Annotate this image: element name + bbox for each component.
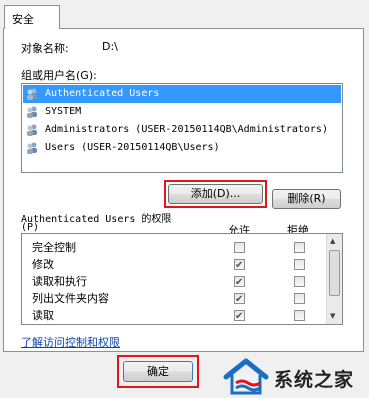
permission-label: 完全控制 bbox=[32, 241, 76, 254]
list-item-label: Administrators (USER-20150114QB\Administ… bbox=[45, 124, 328, 135]
allow-checkbox[interactable] bbox=[234, 242, 245, 253]
check-icon: ✔ bbox=[235, 260, 244, 271]
check-icon: ✔ bbox=[235, 294, 244, 305]
permissions-list[interactable]: 完全控制 修改 ✔ 读取和执行 ✔ 列出文件夹内容 ✔ 读取 ✔ ▲ ▼ bbox=[21, 233, 343, 325]
permission-label: 列出文件夹内容 bbox=[32, 292, 109, 305]
permissions-hotkey: (P) bbox=[21, 222, 40, 233]
users-icon bbox=[27, 88, 37, 100]
list-item-users[interactable]: Users (USER-20150114QB\Users) bbox=[23, 139, 341, 157]
check-icon: ✔ bbox=[235, 277, 244, 288]
permission-row-full-control: 完全控制 bbox=[32, 239, 322, 256]
permission-label: 修改 bbox=[32, 258, 54, 271]
users-icon bbox=[27, 124, 37, 136]
object-name-value: D:\ bbox=[102, 40, 118, 53]
permission-label: 读取 bbox=[32, 309, 54, 322]
scroll-down-icon[interactable]: ▼ bbox=[330, 312, 335, 320]
ok-button[interactable]: 确定 bbox=[123, 361, 193, 382]
list-item-label: Users (USER-20150114QB\Users) bbox=[45, 142, 220, 153]
object-name-label: 对象名称: bbox=[21, 42, 69, 55]
permission-label: 读取和执行 bbox=[32, 275, 87, 288]
remove-button[interactable]: 删除(R) bbox=[272, 189, 341, 209]
deny-checkbox[interactable] bbox=[294, 276, 305, 287]
list-item-system[interactable]: SYSTEM bbox=[23, 103, 341, 121]
check-icon: ✔ bbox=[235, 311, 244, 322]
tab-label: 安全 bbox=[12, 13, 34, 26]
deny-checkbox[interactable] bbox=[294, 310, 305, 321]
watermark-text: 系统之家 bbox=[274, 369, 355, 391]
allow-checkbox[interactable]: ✔ bbox=[234, 310, 245, 322]
allow-checkbox[interactable]: ✔ bbox=[234, 293, 245, 305]
allow-checkbox[interactable]: ✔ bbox=[234, 259, 245, 271]
permission-row-list-folder: 列出文件夹内容 ✔ bbox=[32, 290, 322, 307]
tab-security[interactable]: 安全 bbox=[4, 5, 60, 29]
learn-access-control-link[interactable]: 了解访问控制和权限 bbox=[21, 334, 120, 350]
scroll-up-icon[interactable]: ▲ bbox=[330, 237, 335, 245]
permission-row-read: 读取 ✔ bbox=[32, 307, 322, 324]
list-item-label: SYSTEM bbox=[45, 106, 82, 117]
users-icon bbox=[27, 142, 37, 154]
list-item-authenticated-users[interactable]: Authenticated Users bbox=[23, 85, 341, 103]
permissions-title: Authenticated Users 的权限 bbox=[21, 214, 172, 225]
permissions-scrollbar[interactable]: ▲ ▼ bbox=[326, 234, 342, 324]
group-listbox[interactable]: Authenticated Users SYSTEM Administrator… bbox=[21, 83, 343, 173]
deny-checkbox[interactable] bbox=[294, 242, 305, 253]
users-icon bbox=[27, 106, 37, 118]
permission-row-modify: 修改 ✔ bbox=[32, 256, 322, 273]
permission-row-read-execute: 读取和执行 ✔ bbox=[32, 273, 322, 290]
house-logo-icon bbox=[223, 358, 269, 395]
list-item-label: Authenticated Users bbox=[45, 88, 160, 99]
add-button[interactable]: 添加(D)... bbox=[168, 184, 263, 204]
scrollbar-thumb[interactable] bbox=[329, 250, 340, 296]
deny-checkbox[interactable] bbox=[294, 259, 305, 270]
deny-checkbox[interactable] bbox=[294, 293, 305, 304]
watermark-logo: 系统之家 bbox=[212, 355, 369, 398]
allow-checkbox[interactable]: ✔ bbox=[234, 276, 245, 288]
list-item-administrators[interactable]: Administrators (USER-20150114QB\Administ… bbox=[23, 121, 341, 139]
group-list-label: 组或用户名(G): bbox=[21, 69, 97, 82]
